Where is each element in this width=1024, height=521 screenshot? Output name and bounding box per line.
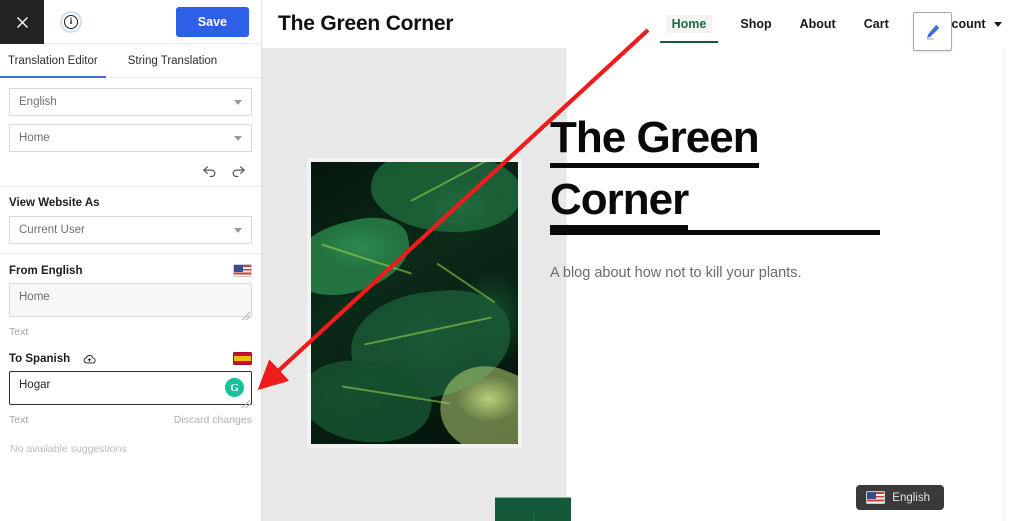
tab-translation-editor[interactable]: Translation Editor	[0, 44, 106, 78]
site-title: The Green Corner	[278, 12, 454, 35]
undo-icon[interactable]	[201, 162, 218, 179]
nav-item-about-label: About	[799, 17, 836, 31]
site-preview: The Green Corner Home Shop About Cart My…	[262, 0, 1024, 521]
chevron-down-icon	[994, 22, 1002, 28]
language-select[interactable]: English	[9, 88, 252, 116]
view-website-as-value: Current User	[19, 224, 85, 236]
nav-item-shop-label: Shop	[740, 17, 772, 31]
hero-cta-block[interactable]	[495, 497, 571, 521]
source-text-input[interactable]	[9, 283, 252, 317]
preview-canvas: The Green Corner A blog about how not to…	[262, 48, 1024, 521]
site-nav: Home Shop About Cart My account	[659, 15, 1006, 43]
info-icon[interactable]: i	[60, 10, 82, 33]
target-field-type: Text	[9, 414, 29, 426]
info-button-wrap: i	[44, 0, 176, 43]
translation-sidebar: i Save Translation Editor String Transla…	[0, 0, 262, 521]
page-select-value: Home	[19, 132, 50, 144]
chevron-down-icon	[234, 227, 242, 233]
source-field-type: Text	[9, 326, 29, 338]
redo-icon[interactable]	[230, 162, 247, 179]
us-flag-icon	[866, 491, 886, 504]
chevron-down-icon	[234, 99, 242, 105]
view-website-as-section: View Website As Current User	[0, 187, 261, 254]
selectors-group: English Home	[0, 78, 261, 152]
close-icon	[16, 16, 28, 28]
hero-image	[307, 158, 522, 448]
grammarly-icon[interactable]: G	[225, 378, 244, 397]
layout-guide-line	[1003, 48, 1004, 521]
site-header: The Green Corner Home Shop About Cart My…	[262, 0, 1024, 48]
cta-notch	[533, 514, 535, 521]
no-suggestions-text: No available suggestions	[10, 443, 127, 455]
nav-item-home-label: Home	[671, 17, 707, 31]
from-language-label: From English	[9, 264, 83, 277]
target-sub-row: Text Discard changes	[9, 414, 252, 426]
spanish-translation-input[interactable]	[9, 371, 252, 405]
page-select[interactable]: Home	[9, 124, 252, 152]
to-language-label: To Spanish	[9, 352, 71, 365]
nav-item-home[interactable]: Home	[659, 15, 719, 43]
discard-changes-link[interactable]: Discard changes	[174, 414, 252, 426]
view-website-as-select[interactable]: Current User	[9, 216, 252, 244]
sidebar-body: English Home View Website As Current Use…	[0, 78, 261, 455]
chevron-down-icon	[234, 135, 242, 141]
nav-item-about[interactable]: About	[800, 17, 836, 31]
nav-active-underline	[659, 40, 719, 43]
source-translation-section: From English Text	[0, 254, 261, 338]
hero-heading: The Green Corner	[550, 110, 880, 235]
tab-translation-editor-label: Translation Editor	[8, 54, 98, 67]
es-flag-icon	[233, 352, 252, 365]
view-website-as-label: View Website As	[9, 197, 100, 209]
us-flag-icon	[233, 264, 252, 277]
nav-item-shop[interactable]: Shop	[740, 17, 771, 31]
sidebar-tabs: Translation Editor String Translation	[0, 44, 261, 78]
pencil-icon	[926, 24, 940, 40]
nav-item-cart[interactable]: Cart	[864, 17, 889, 31]
sidebar-topbar: i Save	[0, 0, 261, 44]
save-button[interactable]: Save	[175, 6, 249, 37]
source-sub-row: Text	[9, 326, 252, 338]
tab-string-translation-label: String Translation	[127, 54, 218, 67]
from-language-header: From English	[9, 264, 252, 277]
target-translation-section: To Spanish G Text	[0, 338, 261, 455]
source-text-wrap	[9, 283, 252, 322]
tab-string-translation[interactable]: String Translation	[128, 44, 218, 77]
hero-subtitle: A blog about how not to kill your plants…	[550, 264, 802, 281]
close-button[interactable]	[0, 0, 44, 44]
language-switcher-badge[interactable]: English	[856, 485, 944, 510]
hero-heading-line1: The Green	[550, 113, 760, 168]
cloud-icon[interactable]	[82, 353, 97, 365]
nav-item-cart-label: Cart	[863, 17, 889, 31]
target-text-wrap: G	[9, 371, 252, 410]
language-select-value: English	[19, 96, 57, 108]
history-controls	[0, 160, 261, 187]
edit-pencil-button[interactable]	[913, 12, 952, 51]
hero-heading-line2: Corner	[550, 175, 689, 231]
hero-text-block: The Green Corner A blog about how not to…	[550, 110, 880, 284]
to-language-header: To Spanish	[9, 352, 252, 365]
language-switcher-label: English	[892, 491, 930, 504]
